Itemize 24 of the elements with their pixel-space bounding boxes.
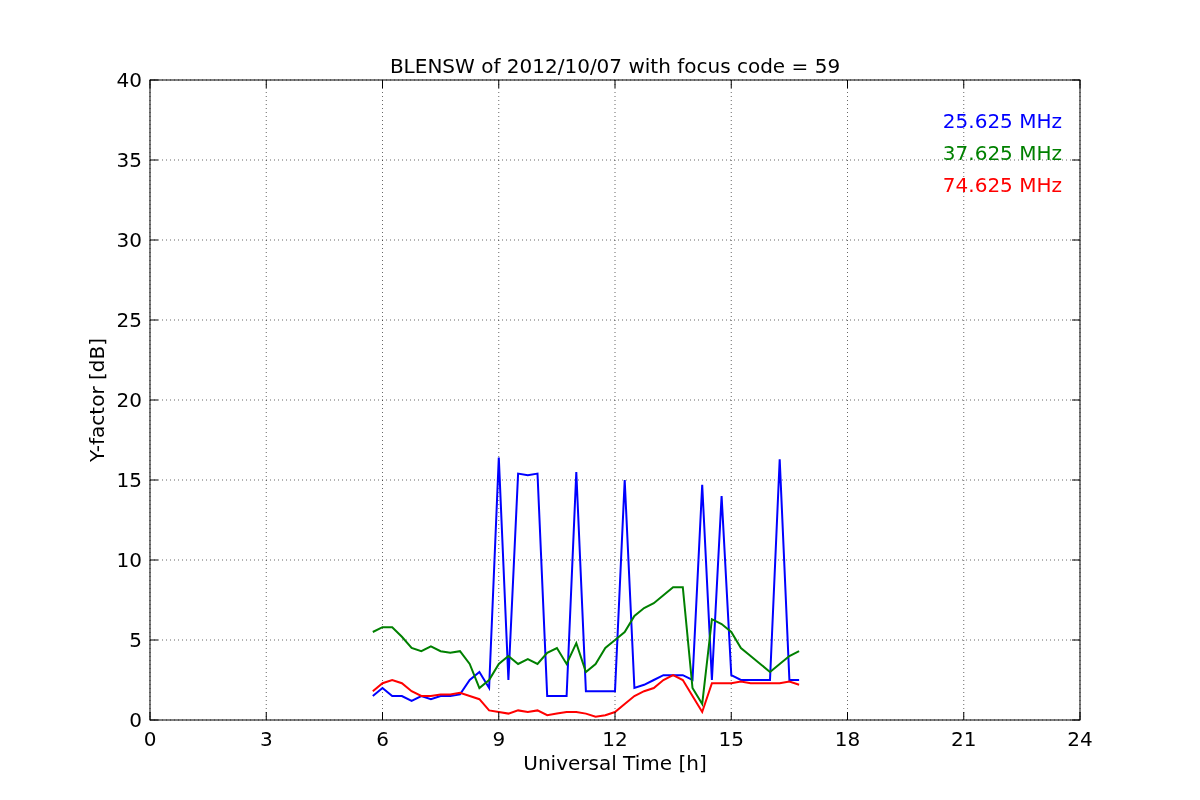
x-tick-label: 0	[143, 727, 157, 751]
legend-label: 25.625 MHz	[942, 109, 1062, 133]
y-tick-label: 30	[116, 228, 142, 252]
x-tick-label: 15	[718, 727, 744, 751]
y-tick-label: 15	[116, 468, 142, 492]
y-tick-label: 5	[129, 628, 142, 652]
y-tick-label: 10	[116, 548, 142, 572]
x-tick-label: 6	[376, 727, 389, 751]
x-tick-label: 12	[602, 727, 628, 751]
x-tick-label: 24	[1067, 727, 1093, 751]
y-tick-label: 35	[116, 148, 142, 172]
y-tick-label: 25	[116, 308, 142, 332]
legend-label: 37.625 MHz	[942, 141, 1062, 165]
legend-label: 74.625 MHz	[942, 173, 1062, 197]
x-tick-label: 18	[834, 727, 861, 751]
x-tick-label: 9	[492, 727, 506, 751]
chart-title: BLENSW of 2012/10/07 with focus code = 59	[389, 54, 841, 78]
x-tick-label: 3	[259, 727, 273, 751]
y-tick-label: 0	[129, 708, 142, 732]
y-tick-label: 40	[116, 68, 142, 92]
y-axis-label: Y-factor [dB]	[85, 338, 109, 462]
y-tick-label: 20	[116, 388, 142, 412]
x-axis-label: Universal Time [h]	[523, 751, 707, 775]
x-tick-label: 21	[951, 727, 977, 751]
